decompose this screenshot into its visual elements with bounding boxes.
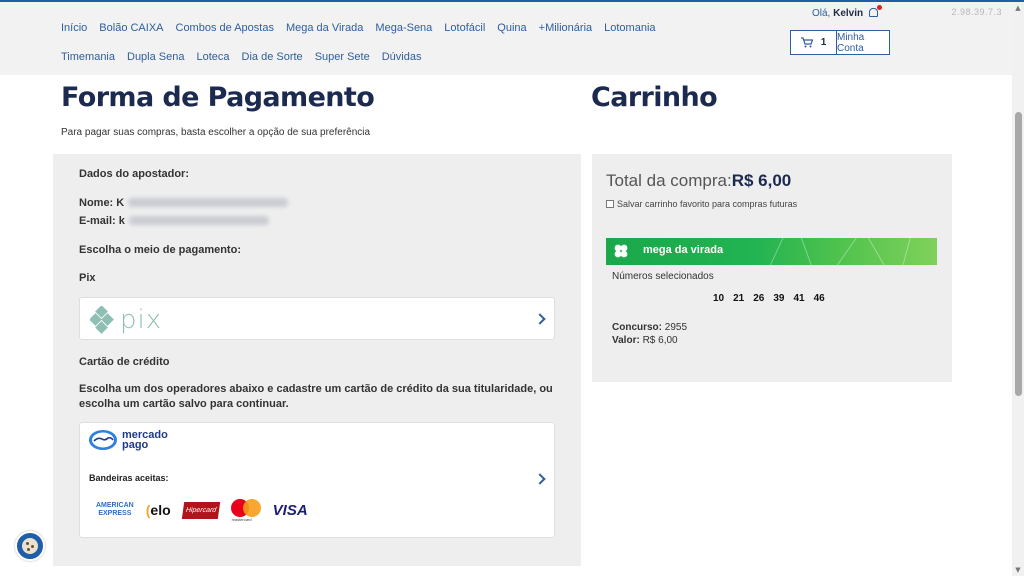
nav-quina[interactable]: Quina (497, 14, 526, 43)
mastercard-logo: mastercard (230, 499, 261, 522)
amex-line1: AMERICAN (96, 502, 134, 509)
nav-lotofacil[interactable]: Lotofácil (444, 14, 485, 43)
number-ball: 46 (813, 293, 825, 304)
nav-super-sete[interactable]: Super Sete (315, 43, 370, 72)
cart-button[interactable]: 1 (790, 30, 837, 55)
greeting-prefix: Olá, (812, 8, 834, 19)
scrollbar-thumb[interactable] (1015, 112, 1022, 396)
pix-option[interactable]: pix (79, 297, 555, 340)
value-label: Valor: (612, 335, 640, 346)
cookie-settings-button[interactable] (15, 531, 45, 561)
mercadopago-logo: mercado pago (88, 429, 168, 451)
credit-card-heading: Cartão de crédito (79, 356, 170, 368)
save-cart-checkbox[interactable]: Salvar carrinho favorito para compras fu… (606, 199, 797, 209)
notification-dot (876, 5, 882, 10)
selected-numbers: 10 21 26 39 41 46 (713, 293, 825, 304)
site-header: Início Bolão CAIXA Combos de Apostas Meg… (0, 2, 1012, 75)
user-greeting[interactable]: Olá, Kelvin (812, 5, 882, 19)
pix-diamond-icon (90, 306, 114, 334)
pix-logo-text: pix (120, 305, 163, 335)
email-redaction (128, 216, 269, 225)
total-value: R$ 6,00 (731, 171, 792, 190)
nav-mega-sena[interactable]: Mega-Sena (375, 14, 432, 43)
card-brands: AMERICAN EXPRESS (elo Hipercard masterca… (96, 499, 308, 522)
number-ball: 41 (793, 293, 805, 304)
cart-total: Total da compra:R$ 6,00 (606, 171, 791, 191)
hipercard-logo: Hipercard (181, 501, 220, 519)
number-ball: 10 (713, 293, 725, 304)
handshake-icon (89, 430, 117, 450)
total-label: Total da compra: (606, 171, 732, 190)
nav-timemania[interactable]: Timemania (61, 43, 115, 72)
contest-value: 2955 (664, 322, 688, 333)
payment-title: Forma de Pagamento (61, 82, 375, 113)
choose-method-label: Escolha o meio de pagamento: (79, 244, 241, 256)
my-account-button[interactable]: Minha Conta (836, 30, 890, 55)
number-ball: 26 (753, 293, 765, 304)
checkbox-icon[interactable] (606, 200, 614, 208)
pix-logo: pix (90, 305, 162, 335)
name-redaction (128, 198, 289, 207)
nav-loteca[interactable]: Loteca (197, 43, 230, 72)
main-nav: Início Bolão CAIXA Combos de Apostas Meg… (61, 14, 701, 72)
selected-numbers-label: Números selecionados (612, 271, 714, 282)
value-value: R$ 6,00 (642, 335, 678, 346)
bettor-name: Nome: K (79, 197, 289, 209)
chevron-right-icon (534, 473, 546, 485)
contest-label: Concurso: (612, 322, 662, 333)
scroll-down-icon[interactable]: ▼ (1014, 566, 1022, 574)
elo-logo: (elo (145, 502, 171, 518)
nav-lotomania[interactable]: Lotomania (604, 14, 655, 43)
email-label: E-mail: (79, 215, 116, 227)
value-line: Valor: R$ 6,00 (612, 335, 678, 346)
nav-combos-de-apostas[interactable]: Combos de Apostas (176, 14, 274, 43)
game-banner: mega da virada (606, 238, 937, 265)
version-label: 2.98.39.7.3 (951, 7, 1002, 17)
credit-card-instructions: Escolha um dos operadores abaixo e cadas… (79, 383, 553, 410)
cart-icon (800, 37, 813, 48)
number-ball: 21 (733, 293, 745, 304)
mercadopago-option[interactable]: mercado pago Bandeiras aceitas: AMERICAN… (79, 422, 555, 538)
pix-heading: Pix (79, 272, 96, 284)
mercadopago-line2: pago (122, 439, 149, 451)
nav-duvidas[interactable]: Dúvidas (382, 43, 422, 72)
scroll-up-icon[interactable]: ▲ (1014, 4, 1022, 12)
name-value: K (116, 197, 125, 209)
visa-logo: VISA (272, 501, 308, 519)
accepted-brands-label: Bandeiras aceitas: (89, 473, 169, 483)
nav-milionaria[interactable]: +Milionária (539, 14, 593, 43)
amex-logo: AMERICAN EXPRESS (96, 502, 134, 518)
payment-subtitle: Para pagar suas compras, basta escolher … (61, 127, 371, 138)
contest-line: Concurso: 2955 (612, 322, 687, 333)
cart-count: 1 (820, 37, 827, 48)
user-name: Kelvin (833, 8, 864, 19)
nav-dia-de-sorte[interactable]: Dia de Sorte (242, 43, 303, 72)
bell-icon[interactable] (868, 5, 882, 17)
nav-inicio[interactable]: Início (61, 14, 87, 43)
bettor-heading: Dados do apostador: (79, 168, 190, 180)
amex-line2: EXPRESS (98, 510, 132, 517)
nav-dupla-sena[interactable]: Dupla Sena (127, 43, 185, 72)
elo-text: elo (150, 502, 171, 518)
mastercard-caption: mastercard (231, 517, 252, 522)
nav-mega-da-virada[interactable]: Mega da Virada (286, 14, 363, 43)
email-value: k (118, 215, 125, 227)
save-cart-label: Salvar carrinho favorito para compras fu… (617, 199, 798, 209)
cart-title: Carrinho (591, 82, 718, 113)
chevron-right-icon (534, 313, 546, 325)
cookie-icon (22, 538, 38, 554)
number-ball: 39 (773, 293, 785, 304)
bettor-email: E-mail: k (79, 215, 269, 227)
game-name: mega da virada (643, 244, 724, 256)
nav-bolao-caixa[interactable]: Bolão CAIXA (99, 14, 163, 43)
clover-icon (614, 244, 628, 258)
name-label: Nome: (79, 197, 114, 209)
